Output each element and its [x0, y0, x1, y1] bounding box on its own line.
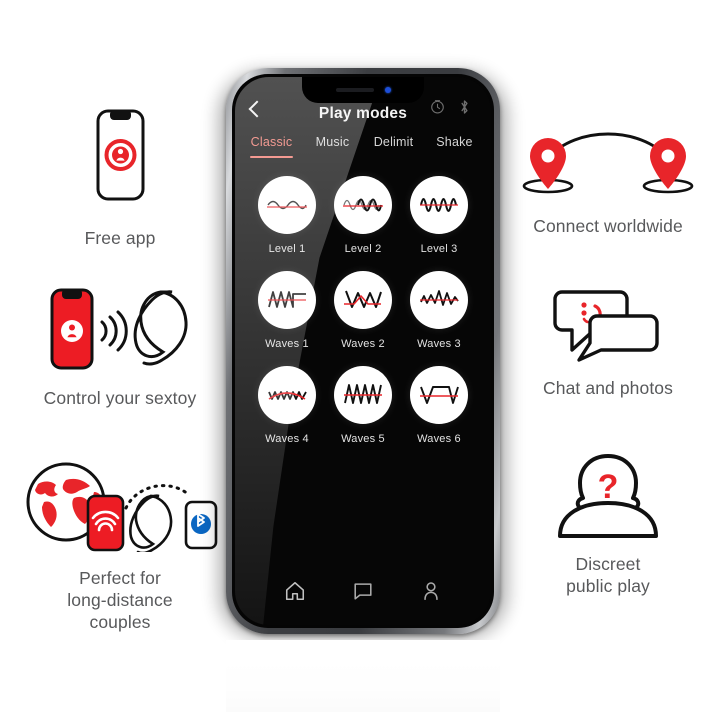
waveform-irregular-zigzag — [410, 271, 468, 329]
feature-free-app: Free app — [40, 108, 200, 249]
mode-level-2[interactable]: Level 2 — [325, 176, 401, 255]
feature-chat-photos: Chat and photos — [518, 286, 698, 399]
mode-label: Waves 6 — [417, 433, 461, 445]
phone-bezel: Play modes Classic Music Delimit Shake L… — [232, 74, 494, 628]
waveform-v-plateau-v — [410, 366, 468, 424]
feature-discreet-play: ? Discreet public play — [518, 452, 698, 597]
feature-connect-worldwide: Connect worldwide — [508, 128, 708, 237]
profile-icon[interactable] — [420, 580, 442, 607]
mode-label: Waves 2 — [341, 338, 385, 350]
tab-delimit[interactable]: Delimit — [363, 135, 424, 158]
waveform-wide-peaks-zigzag — [334, 271, 392, 329]
waveform-sine-low-amplitude — [258, 176, 316, 234]
mode-label: Level 1 — [268, 243, 306, 255]
mode-label: Waves 4 — [265, 433, 309, 445]
reflection-fade — [226, 640, 500, 712]
feature-control-sextoy: Control your sextoy — [22, 286, 218, 409]
mode-level-1[interactable]: Level 1 — [249, 176, 325, 255]
mode-waves-3[interactable]: Waves 3 — [401, 271, 477, 350]
two-map-pins-arc-icon — [508, 128, 708, 205]
bluetooth-icon[interactable] — [458, 99, 471, 120]
waveform-zigzag-then-flat-step — [258, 271, 316, 329]
mode-waves-5[interactable]: Waves 5 — [325, 366, 401, 445]
waveform-small-zigzag-arc — [258, 366, 316, 424]
page-title: Play modes — [318, 105, 408, 122]
reflection-surface — [226, 640, 500, 712]
phone-signal-toy-icon — [22, 286, 218, 377]
globe-phone-toy-bluetooth-icon — [14, 458, 226, 557]
feature-label: Connect worldwide — [533, 216, 683, 236]
feature-long-distance: Perfect for long-distance couples — [14, 458, 226, 633]
play-mode-tabs: Classic Music Delimit Shake — [235, 129, 491, 158]
app-screen: Play modes Classic Music Delimit Shake L… — [235, 77, 491, 625]
mode-level-3[interactable]: Level 3 — [401, 176, 477, 255]
front-camera-icon — [384, 87, 391, 93]
feature-label: Chat and photos — [543, 378, 673, 398]
speech-bubbles-icon — [518, 286, 698, 367]
mode-label: Waves 3 — [417, 338, 461, 350]
anonymous-person-icon: ? — [518, 452, 698, 543]
svg-text:?: ? — [598, 468, 619, 506]
phone-frame: Play modes Classic Music Delimit Shake L… — [226, 68, 500, 634]
feature-label: Perfect for long-distance couples — [67, 568, 173, 633]
timer-icon[interactable] — [430, 99, 445, 119]
phone-notch — [302, 77, 424, 103]
mode-waves-1[interactable]: Waves 1 — [249, 271, 325, 350]
feature-label: Free app — [84, 228, 156, 248]
mode-label: Level 2 — [344, 243, 382, 255]
mode-waves-2[interactable]: Waves 2 — [325, 271, 401, 350]
smartphone-mockup: Play modes Classic Music Delimit Shake L… — [213, 62, 513, 642]
mode-label: Waves 5 — [341, 433, 385, 445]
mode-label: Level 3 — [420, 243, 458, 255]
waveform-sine-medium — [334, 176, 392, 234]
mode-label: Waves 1 — [265, 338, 309, 350]
mode-waves-6[interactable]: Waves 6 — [401, 366, 477, 445]
waveform-sine-dense-high — [410, 176, 468, 234]
bottom-navigation-bar — [235, 580, 491, 607]
phone-reflection — [226, 640, 500, 712]
infographic-canvas: Free app Control your sextoy Perfect for… — [0, 0, 720, 720]
waveform-sawtooth-dense — [334, 366, 392, 424]
chat-bubble-icon[interactable] — [352, 580, 374, 607]
phone-with-app-icon — [40, 108, 200, 217]
home-icon[interactable] — [284, 580, 306, 607]
tab-classic[interactable]: Classic — [241, 135, 302, 158]
feature-label: Control your sextoy — [43, 388, 197, 408]
speaker-grille — [335, 88, 374, 92]
tab-music[interactable]: Music — [302, 135, 363, 158]
mode-waves-4[interactable]: Waves 4 — [249, 366, 325, 445]
feature-label: Discreet public play — [566, 554, 650, 597]
tab-shake[interactable]: Shake — [424, 135, 485, 158]
play-modes-grid: Level 1 Level 2 Level 3 Waves 1 Waves 2 … — [235, 158, 491, 445]
